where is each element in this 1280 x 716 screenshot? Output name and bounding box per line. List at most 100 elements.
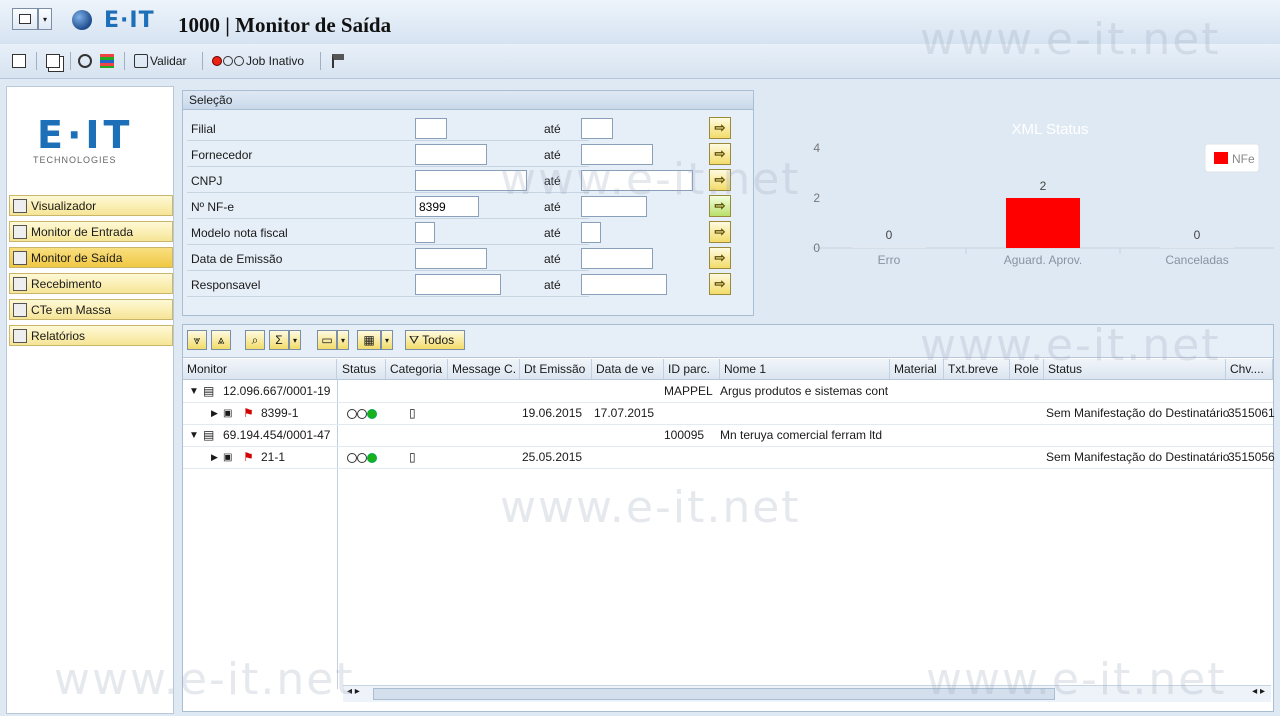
column-header-material[interactable]: Material [890,359,944,379]
menu-dropdown-button[interactable]: ▾ [38,8,52,30]
column-header-role[interactable]: Role [1010,359,1044,379]
column-header-message[interactable]: Message C. [448,359,520,379]
filter-label: Responsavel [191,278,261,292]
cnpj-from-input[interactable] [415,170,527,191]
job-inativo-button[interactable]: Job Inativo [212,52,304,70]
modelo-from-input[interactable] [415,222,435,243]
collapse-node-icon[interactable]: ▼ [189,425,199,446]
toolbar-separator [70,52,71,70]
expand-node-icon[interactable]: ▶ [211,403,218,424]
filter-label: Filial [191,122,216,136]
results-grid: ⩔ ⩓ ⌕ Σ ▾ ▭ ▾ ▦ ▾ ⛛ Todos Monitor Status… [182,324,1275,712]
chave-cell: 3515061 [1228,406,1275,420]
filial-to-input[interactable] [581,118,613,139]
column-header-nome[interactable]: Nome 1 [720,359,890,379]
nfe-to-input[interactable] [581,196,647,217]
sidebar-item-cte-massa[interactable]: CTe em Massa [9,299,173,320]
cnpj-to-input[interactable] [581,170,693,191]
data-emissao-from-input[interactable] [415,248,487,269]
filial-from-input[interactable] [415,118,447,139]
fornecedor-multiple-selection-button[interactable]: ⇨ [709,143,731,165]
scroll-right-icon[interactable]: ◂ ▸ [1252,686,1265,697]
fornecedor-from-input[interactable] [415,144,487,165]
sidebar-item-monitor-saida[interactable]: Monitor de Saída [9,247,173,268]
arrow-right-icon: ⇨ [714,224,726,239]
fornecedor-to-input[interactable] [581,144,653,165]
layout-button[interactable] [12,52,26,70]
sidebar-item-relatorios[interactable]: Relatórios [9,325,173,346]
sidebar-item-visualizador[interactable]: Visualizador [9,195,173,216]
collapse-node-icon[interactable]: ▼ [189,381,199,402]
responsavel-multiple-selection-button[interactable]: ⇨ [709,273,731,295]
building-icon: ▤ [203,384,215,398]
table-row[interactable]: ▶ ▣ ⚑ 21-1 ▯ 25.05.2015 Sem Manifestação… [183,447,1275,469]
document-icon: ▯ [409,450,416,464]
column-header-dt-emissao[interactable]: Dt Emissão [520,359,592,379]
filter-row-data-emissao: Data de Emissão até ⇨ [183,246,753,272]
table-row[interactable]: ▼ ▤ 12.096.667/0001-19 MAPPEL Argus prod… [183,381,1273,403]
filial-multiple-selection-button[interactable]: ⇨ [709,117,731,139]
toolbar-separator [320,52,321,70]
refresh-button[interactable] [78,52,92,70]
nfe-from-input[interactable] [415,196,479,217]
column-header-chave[interactable]: Chv.... [1226,359,1273,379]
off-light-icon [234,56,244,66]
table-row[interactable]: ▶ ▣ ⚑ 8399-1 ▯ 19.06.2015 17.07.2015 Sem… [183,403,1275,425]
filter-row-modelo: Modelo nota fiscal até ⇨ [183,220,753,246]
sum-button[interactable]: Σ [269,330,289,350]
find-button[interactable]: ⌕ [245,330,265,350]
layout-dropdown-button[interactable]: ▾ [381,330,393,350]
responsavel-to-input[interactable] [581,274,667,295]
modelo-multiple-selection-button[interactable]: ⇨ [709,221,731,243]
flag-button[interactable] [332,52,344,70]
copy-button[interactable] [46,52,60,70]
table-row[interactable]: ▼ ▤ 69.194.454/0001-47 100095 Mn teruya … [183,425,1273,447]
nfe-multiple-selection-button[interactable]: ⇨ [709,195,731,217]
todos-filter-button[interactable]: ⛛ Todos [405,330,465,350]
title-bar: ▾ E·IT 1000 | Monitor de Saída [0,0,1280,44]
sidebar-item-monitor-entrada[interactable]: Monitor de Entrada [9,221,173,242]
menu-button[interactable] [12,8,38,30]
print-dropdown-button[interactable]: ▾ [337,330,349,350]
columns-button[interactable] [100,52,114,70]
column-header-id-parc[interactable]: ID parc. [664,359,720,379]
sidebar-item-recebimento[interactable]: Recebimento [9,273,173,294]
expand-all-button[interactable]: ⩔ [187,330,207,350]
data-emissao-multiple-selection-button[interactable]: ⇨ [709,247,731,269]
column-header-data-ve[interactable]: Data de ve [592,359,664,379]
horizontal-scrollbar[interactable]: ◂ ▸ ◂ ▸ [343,685,1271,702]
monitor-icon [13,250,27,265]
responsavel-from-input[interactable] [415,274,501,295]
layout-grid-button[interactable]: ▦ [357,330,381,350]
data-emissao-to-input[interactable] [581,248,653,269]
panel-icon [12,54,26,68]
receipt-icon [13,276,27,291]
expand-node-icon[interactable]: ▶ [211,447,218,468]
gears-icon [13,302,27,317]
xml-status-chart: XML Status 0 2 4 Erro Aguard. Aprov. Cancelad… [772,88,1276,316]
column-header-status[interactable]: Status [338,359,386,379]
sidebar-item-label: Recebimento [31,276,102,291]
cnpj-multiple-selection-button[interactable]: ⇨ [709,169,731,191]
nome-cell: Argus produtos e sistemas cont [720,384,889,398]
modelo-to-input[interactable] [581,222,601,243]
dropdown-arrow-icon: ▾ [292,335,297,345]
y-tick-label: 0 [813,241,820,255]
printer-icon: ▭ [321,333,333,347]
collapse-icon: ⩓ [217,332,225,347]
column-header-categoria[interactable]: Categoria [386,359,448,379]
sum-dropdown-button[interactable]: ▾ [289,330,301,350]
validar-button[interactable]: Validar [134,52,186,70]
scroll-left-icon[interactable]: ◂ ▸ [347,686,360,697]
collapse-all-button[interactable]: ⩓ [211,330,231,350]
print-button[interactable]: ▭ [317,330,337,350]
column-header-monitor[interactable]: Monitor [183,359,337,379]
column-header-txt-breve[interactable]: Txt.breve [944,359,1010,379]
status-text-cell: Sem Manifestação do Destinatário [1046,450,1230,464]
ate-label: até [544,174,561,188]
chart-bars: 0 2 0 [852,179,1234,248]
column-header-status-text[interactable]: Status [1044,359,1226,379]
monitor-cell: 8399-1 [261,406,299,420]
table-icon: ▦ [363,333,375,347]
scroll-thumb[interactable] [373,688,1055,700]
